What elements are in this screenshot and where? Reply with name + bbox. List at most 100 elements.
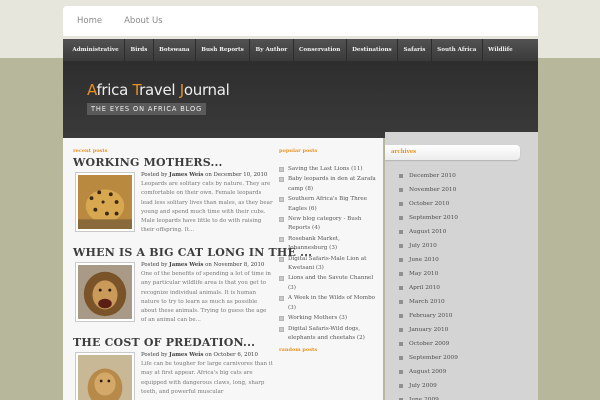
nav-link-home[interactable]: Home — [77, 16, 102, 26]
bullet-icon — [399, 230, 403, 234]
bullet-icon — [399, 328, 403, 332]
archive-item[interactable]: July 2010 — [399, 242, 458, 256]
category-conservation[interactable]: Conservation — [294, 39, 347, 61]
archive-item[interactable]: March 2010 — [399, 298, 458, 312]
archive-item[interactable]: August 2010 — [399, 228, 458, 242]
leopard-photo[interactable] — [75, 172, 135, 232]
site-logo[interactable]: Africa Travel Journal — [87, 81, 230, 99]
popular-post-link[interactable]: Southern Africa's Big Three Eagles (6) — [288, 196, 367, 211]
lion-photo[interactable] — [75, 262, 135, 322]
popular-post-link[interactable]: New blog category - Bush Reports (4) — [288, 216, 361, 231]
category-wildlife[interactable]: Wildlife — [483, 39, 518, 61]
bullet-icon — [279, 276, 284, 282]
post-date: November 8, 2010 — [213, 262, 265, 268]
lioness-photo[interactable] — [75, 352, 135, 400]
recent-posts-label: recent posts — [73, 148, 108, 154]
category-botswana[interactable]: Botswana — [154, 39, 196, 61]
post-date: October 6, 2010 — [213, 352, 258, 358]
bullet-icon — [279, 236, 284, 242]
category-safaris[interactable]: Safaris — [398, 39, 432, 61]
archive-item[interactable]: November 2010 — [399, 186, 458, 200]
popular-posts-column: popular posts Saving the Last Lions (11)… — [279, 148, 379, 353]
archive-item[interactable]: August 2009 — [399, 368, 458, 382]
post-title[interactable]: THE COST OF PREDATION... — [73, 336, 255, 349]
category-destinations[interactable]: Destinations — [347, 39, 399, 61]
post-meta: Posted by James Weis on December 10, 201… — [141, 172, 267, 178]
bullet-icon — [399, 300, 403, 304]
popular-post-item[interactable]: Lions and the Savute Channel (3) — [279, 274, 379, 293]
bullet-icon — [279, 177, 284, 183]
archive-item[interactable]: October 2009 — [399, 340, 458, 354]
site-header: Africa Travel Journal THE EYES ON AFRICA… — [63, 61, 538, 138]
post-author[interactable]: James Weis — [169, 172, 203, 178]
popular-post-item[interactable]: A Week in the Wilds of Mombo (3) — [279, 294, 379, 313]
popular-post-item[interactable]: Digital Safaris-Wild dogs, elephants and… — [279, 325, 379, 344]
archive-item[interactable]: December 2010 — [399, 172, 458, 186]
archive-link[interactable]: June 2010 — [409, 257, 439, 263]
nav-link-about-us[interactable]: About Us — [124, 16, 162, 26]
post-meta: Posted by James Weis on October 6, 2010 — [141, 352, 258, 358]
popular-post-item[interactable]: Digital Safaris-Male Lion at Kwetsani (3… — [279, 255, 379, 274]
category-by-author[interactable]: By Author — [250, 39, 294, 61]
category-bush-reports[interactable]: Bush Reports — [196, 39, 251, 61]
main-content: recent posts WORKING MOTHERS... Posted by… — [63, 138, 383, 400]
archive-link[interactable]: April 2010 — [409, 285, 440, 291]
popular-post-link[interactable]: Working Mothers (3) — [288, 315, 347, 321]
archive-link[interactable]: July 2009 — [409, 383, 437, 389]
logo-word-rest: frica — [96, 81, 133, 99]
popular-post-item[interactable]: New blog category - Bush Reports (4) — [279, 215, 379, 234]
archive-link[interactable]: October 2010 — [409, 201, 449, 207]
post-title[interactable]: WHEN IS A BIG CAT LONG IN THE ... — [73, 246, 312, 259]
archive-link[interactable]: November 2010 — [409, 187, 456, 193]
archive-link[interactable]: September 2010 — [409, 215, 458, 221]
popular-post-link[interactable]: Rosebank Market, Johannesburg (3) — [288, 236, 340, 251]
archive-item[interactable]: September 2010 — [399, 214, 458, 228]
popular-post-link[interactable]: Saving the Last Lions (11) — [288, 166, 363, 172]
popular-post-link[interactable]: Lions and the Savute Channel (3) — [288, 275, 373, 290]
archive-item[interactable]: July 2009 — [399, 382, 458, 396]
post-meta-prefix: Posted by — [141, 262, 170, 268]
post-title[interactable]: WORKING MOTHERS... — [73, 156, 223, 169]
archive-link[interactable]: January 2010 — [409, 327, 448, 333]
popular-post-link[interactable]: Baby leopards in den at Zarafa camp (8) — [288, 176, 376, 191]
bullet-icon — [279, 296, 284, 302]
archive-item[interactable]: April 2010 — [399, 284, 458, 298]
bullet-icon — [279, 217, 284, 223]
archive-item[interactable]: June 2009 — [399, 396, 458, 400]
logo-word-rest: ravel — [139, 81, 180, 99]
popular-post-link[interactable]: Digital Safaris-Wild dogs, elephants and… — [288, 326, 365, 341]
post-meta-prefix: Posted by — [141, 172, 170, 178]
archive-link[interactable]: February 2010 — [409, 313, 452, 319]
archive-link[interactable]: September 2009 — [409, 355, 458, 361]
archive-link[interactable]: May 2010 — [409, 271, 438, 277]
category-birds[interactable]: Birds — [125, 39, 154, 61]
post-author[interactable]: James Weis — [169, 352, 203, 358]
archive-link[interactable]: March 2010 — [409, 299, 445, 305]
archive-link[interactable]: August 2009 — [409, 369, 446, 375]
popular-post-item[interactable]: Working Mothers (3) — [279, 314, 379, 323]
bullet-icon — [399, 188, 403, 192]
archive-item[interactable]: February 2010 — [399, 312, 458, 326]
archive-link[interactable]: August 2010 — [409, 229, 446, 235]
popular-post-item[interactable]: Southern Africa's Big Three Eagles (6) — [279, 195, 379, 214]
archive-link[interactable]: July 2010 — [409, 243, 437, 249]
archive-item[interactable]: September 2009 — [399, 354, 458, 368]
archive-item[interactable]: June 2010 — [399, 256, 458, 270]
popular-post-link[interactable]: A Week in the Wilds of Mombo (3) — [288, 295, 375, 310]
popular-post-link[interactable]: Digital Safaris-Male Lion at Kwetsani (3… — [288, 256, 366, 271]
popular-post-item[interactable]: Rosebank Market, Johannesburg (3) — [279, 235, 379, 254]
bullet-icon — [399, 258, 403, 262]
archive-link[interactable]: October 2009 — [409, 341, 449, 347]
category-south-africa[interactable]: South Africa — [432, 39, 483, 61]
category-administrative[interactable]: Administrative — [67, 39, 126, 61]
archive-item[interactable]: January 2010 — [399, 326, 458, 340]
bullet-icon — [399, 370, 403, 374]
popular-post-item[interactable]: Saving the Last Lions (11) — [279, 165, 379, 174]
top-navigation: Home About Us — [63, 6, 538, 36]
popular-post-item[interactable]: Baby leopards in den at Zarafa camp (8) — [279, 175, 379, 194]
archive-item[interactable]: May 2010 — [399, 270, 458, 284]
leopard-photo-image — [78, 175, 132, 229]
post-author[interactable]: James Weis — [169, 262, 203, 268]
archive-item[interactable]: October 2010 — [399, 200, 458, 214]
archive-link[interactable]: December 2010 — [409, 173, 456, 179]
